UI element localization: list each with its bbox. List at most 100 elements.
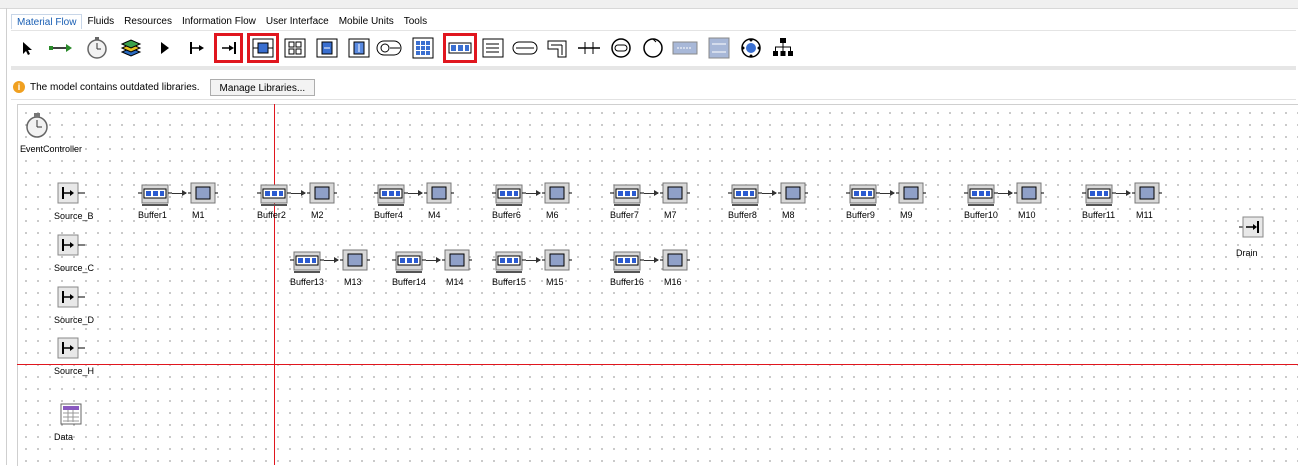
source-object[interactable] [57,182,87,207]
machine-object[interactable] [424,181,454,208]
buffer-label: Buffer2 [257,210,286,220]
disassembly-icon[interactable] [345,34,373,62]
manage-libraries-button[interactable]: Manage Libraries... [209,78,316,96]
connector-arrow[interactable] [172,190,187,196]
source-label: Source_H [54,366,95,376]
tab-resources[interactable]: Resources [119,14,177,29]
connector-arrow[interactable] [644,257,659,263]
buffer-label: Buffer15 [492,277,526,287]
frame-icon[interactable] [117,34,145,62]
buffer-object[interactable] [728,183,762,210]
buffer-label: Buffer11 [1082,210,1116,220]
buffer-object[interactable] [374,183,408,210]
connector-arrow[interactable] [291,190,306,196]
event-controller-icon[interactable] [83,34,111,62]
sorter-icon[interactable] [479,34,507,62]
machine-object[interactable] [542,181,572,208]
connector-arrow[interactable] [880,190,895,196]
turntable-icon[interactable] [575,34,603,62]
object-toolbar [11,30,1296,65]
buffer-object[interactable] [1082,183,1116,210]
buffer-object[interactable] [610,250,644,277]
connector-icon[interactable] [47,34,75,62]
frame-boundary-vertical [274,104,275,465]
machine-object[interactable] [660,181,690,208]
machine-object[interactable] [1014,181,1044,208]
buffer-object[interactable] [492,250,526,277]
flow-control-icon[interactable] [705,34,733,62]
toolbar-separator [11,66,1296,70]
connector-arrow[interactable] [324,257,339,263]
machine-object[interactable] [307,181,337,208]
exporter-icon[interactable] [737,34,765,62]
buffer-object[interactable] [392,250,426,277]
tab-fluids[interactable]: Fluids [82,14,119,29]
assembly-icon[interactable] [313,34,341,62]
tab-information-flow[interactable]: Information Flow [177,14,261,29]
turnplate-icon[interactable] [607,34,635,62]
info-message: The model contains outdated libraries. [30,81,200,93]
buffer-object[interactable] [492,183,526,210]
angular-converter-icon[interactable] [543,34,571,62]
drain-object[interactable] [1238,216,1264,241]
converter-icon[interactable] [671,34,699,62]
buffer-object[interactable] [290,250,324,277]
shelf-icon[interactable] [375,34,403,62]
source-object[interactable] [57,286,87,311]
store-icon[interactable] [409,34,437,62]
buffer-object[interactable] [257,183,291,210]
machine-label: M10 [1018,210,1036,220]
pointer-icon[interactable] [13,34,41,62]
machine-label: M4 [428,210,441,220]
machine-label: M8 [782,210,795,220]
machine-object[interactable] [1132,181,1162,208]
buffer-object[interactable] [964,183,998,210]
frame-boundary-horizontal [17,364,1298,365]
singleproc-icon[interactable] [247,33,279,63]
source-icon[interactable] [183,34,211,62]
interface-icon[interactable] [151,34,179,62]
line-icon[interactable] [511,34,539,62]
connector-arrow[interactable] [526,257,541,263]
source-object[interactable] [57,337,87,362]
machine-object[interactable] [442,248,472,275]
machine-object[interactable] [896,181,926,208]
model-canvas[interactable] [17,104,1298,466]
info-icon: i [13,81,25,93]
machine-label: M6 [546,210,559,220]
data-table-icon[interactable] [60,403,82,428]
event-controller-label: EventController [20,144,83,154]
window-top-strip [0,0,1298,9]
connector-arrow[interactable] [762,190,777,196]
buffer-object[interactable] [846,183,880,210]
source-object[interactable] [57,234,87,259]
connector-arrow[interactable] [998,190,1013,196]
buffer-object[interactable] [138,183,172,210]
tab-user-interface[interactable]: User Interface [261,14,334,29]
tab-material-flow[interactable]: Material Flow [11,14,83,29]
connector-arrow[interactable] [408,190,423,196]
buffer-icon[interactable] [443,33,477,63]
event-controller-object[interactable] [24,111,50,142]
machine-object[interactable] [542,248,572,275]
buffer-label: Buffer8 [728,210,757,220]
buffer-object[interactable] [610,183,644,210]
connector-arrow[interactable] [426,257,441,263]
buffer-label: Buffer16 [610,277,644,287]
connector-arrow[interactable] [644,190,659,196]
tab-tools[interactable]: Tools [399,14,432,29]
tab-mobile-units[interactable]: Mobile Units [334,14,399,29]
machine-object[interactable] [188,181,218,208]
parallelproc-icon[interactable] [281,34,309,62]
buffer-label: Buffer10 [964,210,998,220]
cycle-icon[interactable] [639,34,667,62]
library-tabs: Material Flow Fluids Resources Informati… [11,14,432,29]
hierarchy-icon[interactable] [769,34,797,62]
data-table-label: Data [54,432,74,442]
machine-object[interactable] [660,248,690,275]
machine-object[interactable] [778,181,808,208]
connector-arrow[interactable] [1116,190,1131,196]
machine-object[interactable] [340,248,370,275]
connector-arrow[interactable] [526,190,541,196]
drain-icon[interactable] [214,33,243,63]
